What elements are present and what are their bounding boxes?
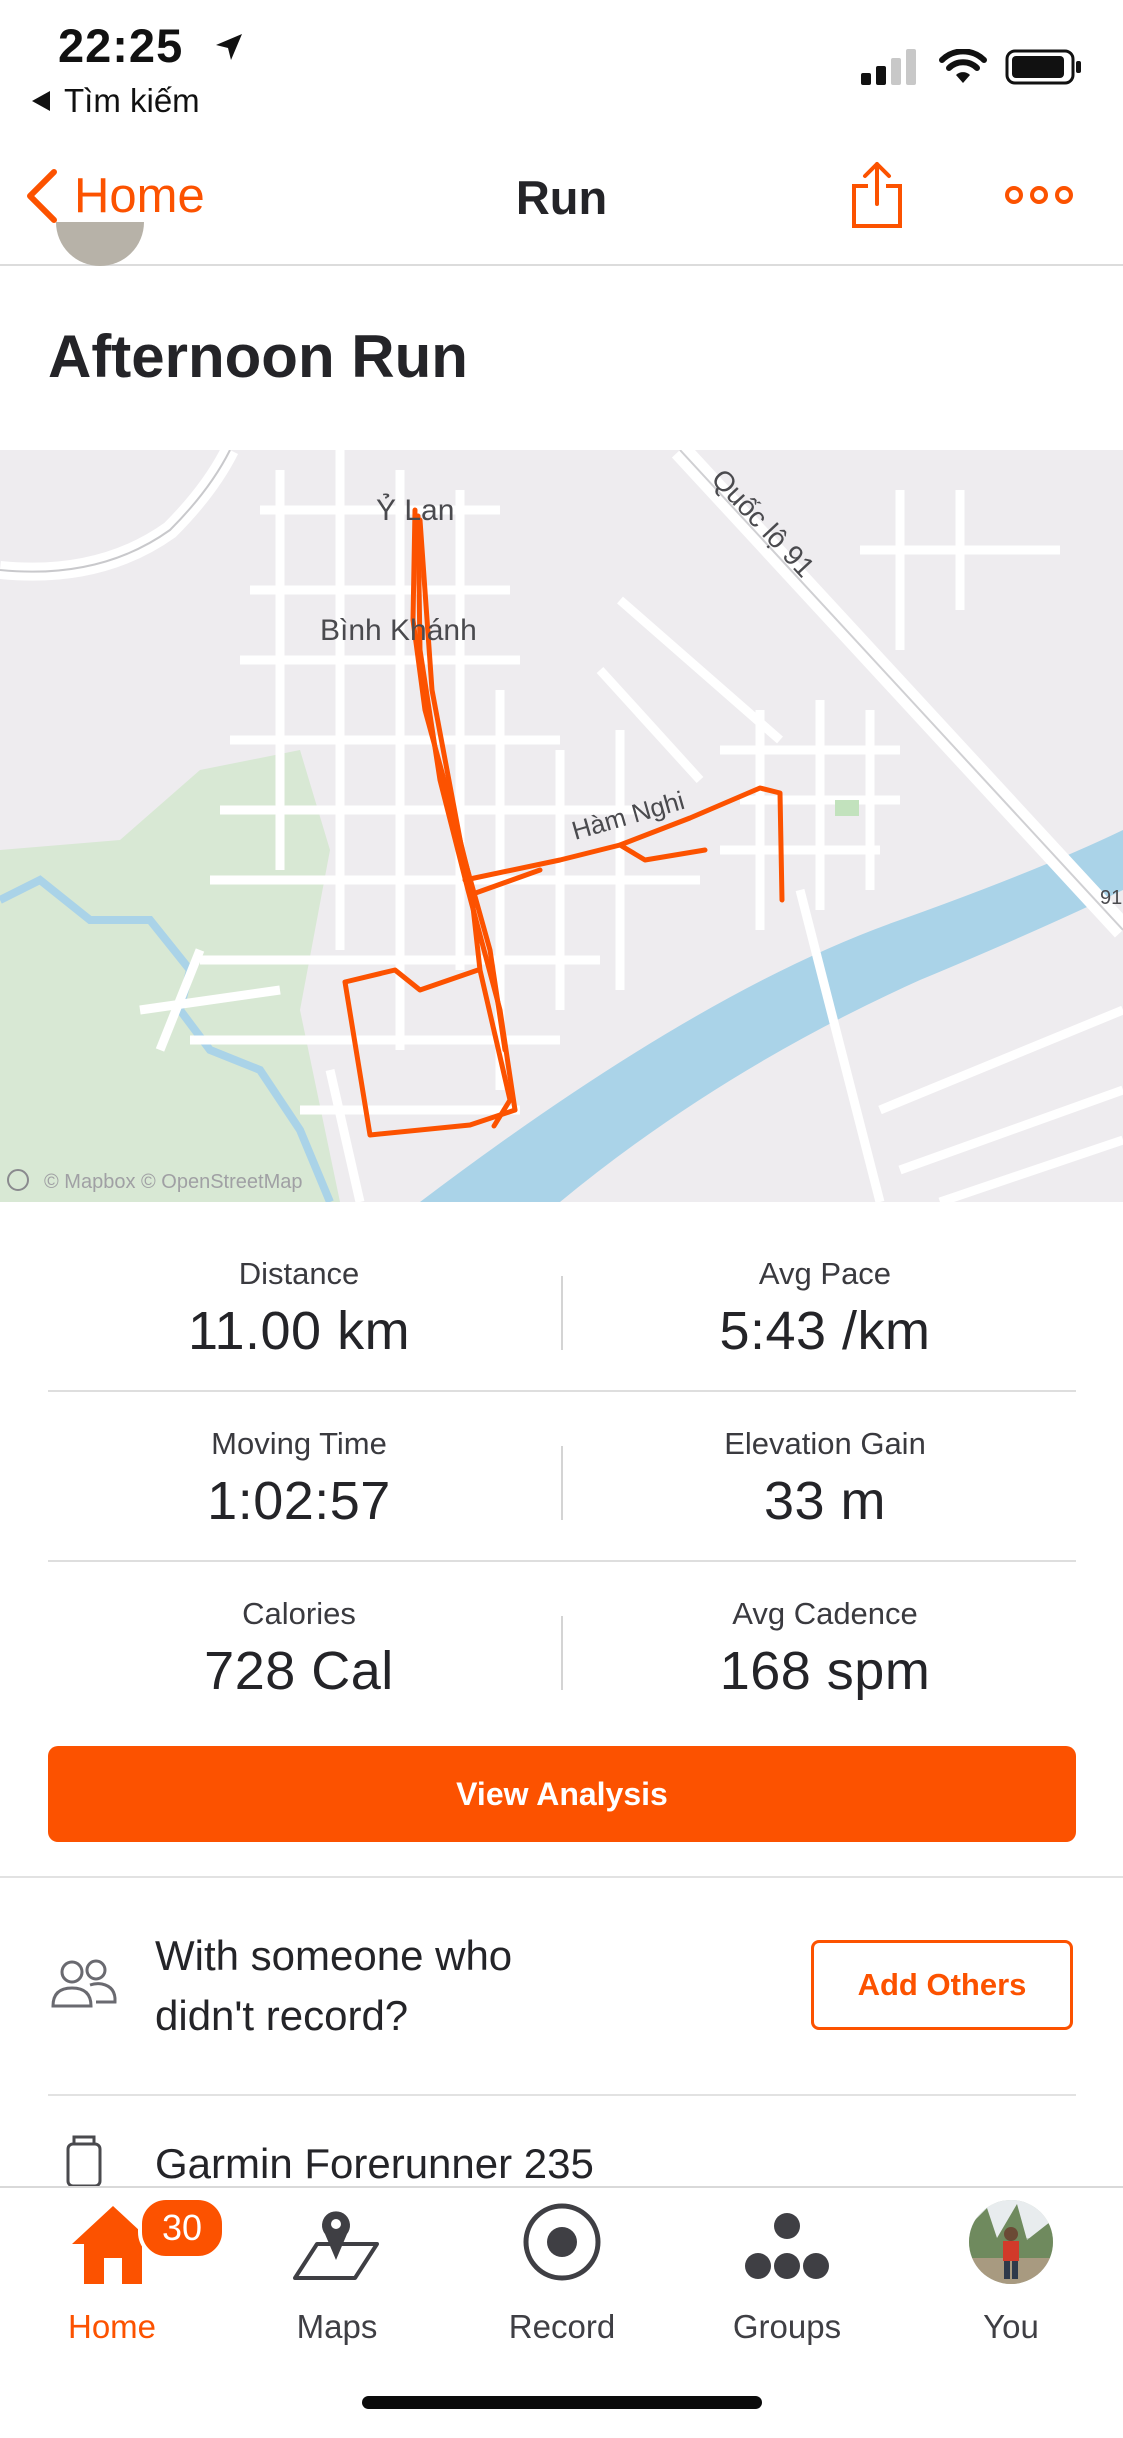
stat-label: Elevation Gain [724,1426,926,1461]
stat-label: Calories [242,1596,356,1631]
map-attribution[interactable]: © Mapbox © OpenStreetMap [44,1171,303,1193]
athlete-avatar-partial[interactable] [52,222,148,274]
back-triangle-icon [32,91,50,111]
stat-avg-cadence: Avg Cadence 168 spm [561,1596,1089,1702]
tab-label: Record [508,2308,616,2345]
stat-label: Avg Cadence [732,1596,918,1631]
stat-value: 728 Cal [204,1641,394,1701]
column-divider [561,1616,563,1690]
stat-label: Avg Pace [758,1256,892,1291]
more-horizontal-icon[interactable] [1004,180,1074,210]
with-others-prompt: With someone who didn't record? [155,1932,513,2039]
device-name: Garmin Forerunner 235 [155,2140,594,2187]
status-indicators [861,48,1083,86]
column-divider [561,1446,563,1520]
map-label-y-lan: Ỷ Lan [376,493,454,527]
map-pin-icon [293,2211,379,2280]
share-icon[interactable] [848,158,906,232]
people-icon [51,1959,117,2008]
stat-label: Moving Time [211,1426,387,1461]
row-divider [48,1560,1076,1562]
map-label-91: 91 [1100,887,1122,909]
battery-icon [1005,49,1081,85]
page-title: Run [515,171,608,224]
add-others-button[interactable]: Add Others [811,1940,1073,2030]
watch-icon [66,2135,102,2186]
stat-value: 11.00 km [187,1301,411,1361]
back-app-label: Tìm kiếm [64,82,200,119]
map-label-ham-nghi: Hàm Nghi [568,785,687,846]
activity-title: Afternoon Run [48,323,468,390]
map-label-binh-khanh: Bình Khánh [320,614,477,647]
record-icon [523,2203,601,2281]
row-divider [48,1390,1076,1392]
notification-badge: 30 [138,2196,226,2260]
groups-icon [745,2213,829,2279]
stat-value: 1:02:57 [207,1471,391,1531]
section-divider [0,1876,1123,1878]
map-label-quoc-lo-91: Quốc lộ 91 [706,463,821,583]
wifi-icon [939,49,987,83]
cellular-signal-icon [861,49,916,85]
stat-calories: Calories 728 Cal [35,1596,563,1702]
location-arrow-icon [216,34,242,60]
tab-label: Maps [296,2308,378,2345]
tab-label: You [983,2308,1039,2345]
stat-elevation-gain: Elevation Gain 33 m [561,1426,1089,1532]
stat-avg-pace: Avg Pace 5:43 /km [561,1256,1089,1362]
status-time: 22:25 [58,19,184,72]
section-divider [48,2094,1076,2096]
stat-value: 168 spm [719,1641,931,1701]
column-divider [561,1276,563,1350]
stat-value: 5:43 /km [719,1301,931,1361]
profile-avatar [969,2200,1053,2284]
back-to-app[interactable]: Tìm kiếm [30,82,200,120]
view-analysis-button[interactable]: View Analysis [48,1746,1076,1842]
stat-value: 33 m [763,1471,887,1531]
route-map[interactable]: Ỷ Lan Bình Khánh Quốc lộ 91 Hàm Nghi 91 … [0,450,1123,1202]
tab-label: Groups [732,2308,842,2345]
home-indicator [362,2396,762,2409]
stat-distance: Distance 11.00 km [35,1256,563,1362]
stat-moving-time: Moving Time 1:02:57 [35,1426,563,1532]
tab-label: Home [67,2308,157,2345]
stat-label: Distance [238,1256,360,1291]
